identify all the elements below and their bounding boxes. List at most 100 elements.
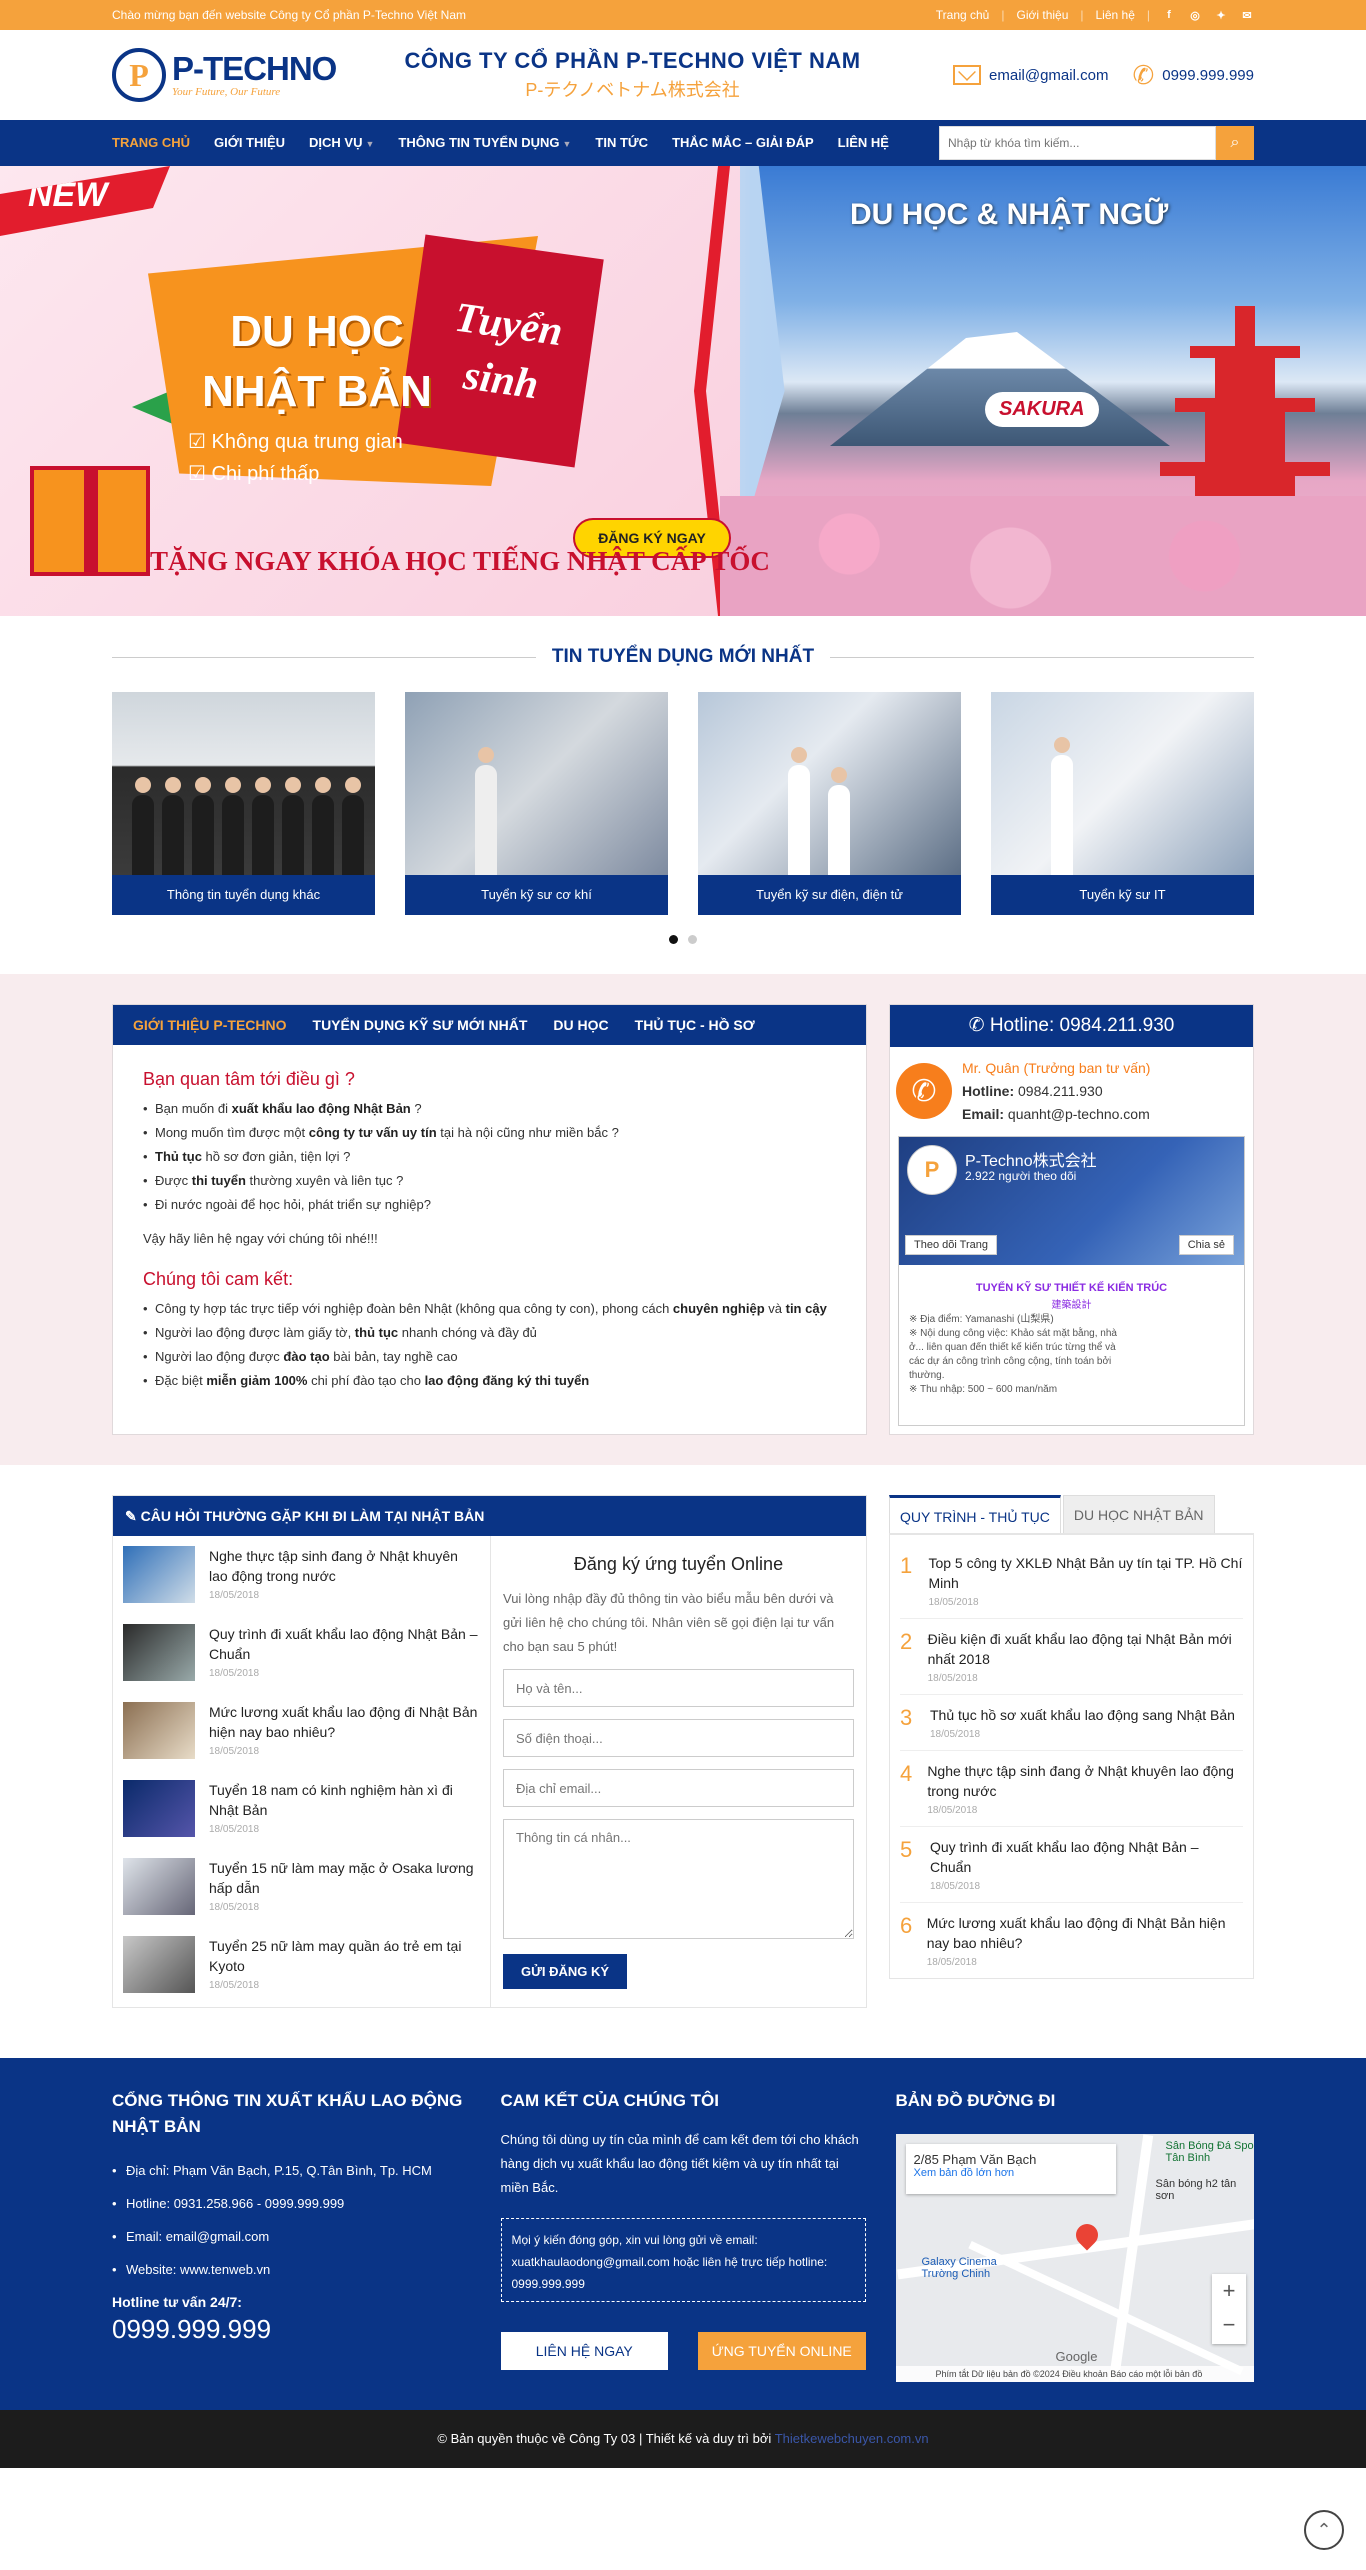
copyright-text: © Bản quyền thuộc về Công Ty 03 | Thiết … (437, 2431, 772, 2446)
faq-item[interactable]: Quy trình đi xuất khẩu lao động Nhật Bản… (123, 1624, 480, 1681)
back-to-top-icon[interactable]: ⌃ (1304, 2510, 1344, 2550)
facebook-page-name[interactable]: P-Techno株式会社 (965, 1147, 1097, 1171)
footer-hotline: Hotline: 0931.258.966 - 0999.999.999 (112, 2187, 471, 2220)
process-item[interactable]: 3 Thủ tục hồ sơ xuất khẩu lao động sang N… (900, 1695, 1243, 1751)
email-field[interactable] (503, 1769, 854, 1807)
process-item[interactable]: 5 Quy trình đi xuất khẩu lao động Nhật Bả… (900, 1827, 1243, 1903)
consultant-hotline[interactable]: 0984.211.930 (1018, 1083, 1103, 1099)
map-place-name: 2/85 Phạm Văn Bạch (913, 2152, 1037, 2167)
facebook-follow-button[interactable]: Theo dõi Trang (905, 1235, 997, 1255)
faq-item[interactable]: Tuyển 18 nam có kinh nghiệm hàn xì đi Nh… (123, 1780, 480, 1837)
footer-commitment-title: CAM KẾT CỦA CHÚNG TÔI (500, 2091, 719, 2110)
topbar-link-about[interactable]: Giới thiệu (1016, 8, 1068, 22)
faq-item[interactable]: Mức lương xuất khẩu lao động đi Nhật Bản… (123, 1702, 480, 1759)
designer-link[interactable]: Thietkewebchuyen.com.vn (775, 2431, 929, 2446)
facebook-post-title: TUYỂN KỸ SƯ THIẾT KẾ KIẾN TRÚC (975, 1282, 1168, 1294)
nav-jobs-label: Thông tin tuyển dụng (398, 134, 560, 150)
google-logo: Google (1055, 2349, 1098, 2364)
recruit-stamp-text: Tuyển sinh (451, 294, 566, 409)
hero-banner[interactable]: NEW Tuyển sinh DU HỌC NHẬT BẢN ☑ Không q… (0, 166, 1366, 616)
topbar-link-contact[interactable]: Liên hệ (1096, 8, 1135, 22)
zoom-in-icon[interactable]: + (1212, 2274, 1246, 2308)
footer-website[interactable]: Website: www.tenweb.vn (112, 2253, 471, 2286)
consultant-email[interactable]: quanht@p-techno.com (1008, 1106, 1150, 1122)
topbar-link-home[interactable]: Trang chủ (936, 8, 990, 22)
tab-procedures[interactable]: Thủ tục - Hồ sơ (622, 1005, 768, 1045)
facebook-share-button[interactable]: Chia sẻ (1178, 1235, 1234, 1255)
contact-now-button[interactable]: Liên hệ ngay (500, 2332, 668, 2370)
list-item: Đi nước ngoài để học hỏi, phát triển sự … (143, 1193, 836, 1217)
consultant-name: Mr. Quân (Trưởng ban tư vấn) (962, 1060, 1151, 1076)
tab-study-abroad[interactable]: Du học (540, 1005, 621, 1045)
form-title: Đăng ký ứng tuyển Online (573, 1554, 784, 1574)
map-larger-link[interactable]: Xem bản đồ lớn hơn (914, 2167, 1108, 2179)
job-photo (698, 692, 961, 875)
application-form: Đăng ký ứng tuyển Online Vui lòng nhập đ… (491, 1536, 866, 2007)
nav-services[interactable]: Dịch vụ ▼ (297, 120, 386, 167)
job-card[interactable]: Thông tin tuyển dụng khác (112, 692, 375, 915)
job-card[interactable]: Tuyển kỹ sư IT (991, 692, 1254, 915)
process-item[interactable]: 1 Top 5 công ty XKLĐ Nhật Bản uy tín tại … (900, 1543, 1243, 1619)
tab-intro[interactable]: Giới thiệu P-Techno (113, 1005, 300, 1045)
nav-faq[interactable]: Thắc mắc – Giải đáp (660, 120, 826, 167)
search-button[interactable]: ⌕ (1216, 126, 1254, 160)
tab-process[interactable]: Quy trình - Thủ tục (889, 1495, 1061, 1533)
faq-item[interactable]: Tuyển 25 nữ làm may quần áo trẻ em tại K… (123, 1936, 480, 1993)
twitter-icon[interactable]: ✦ (1214, 8, 1228, 22)
jobs-section: TIN TUYỂN DỤNG MỚI NHẤT Thông tin tuyển … (112, 646, 1254, 944)
footer-hotline-number[interactable]: 0999.999.999 (112, 2314, 471, 2345)
nav-contact[interactable]: Liên hệ (826, 120, 901, 167)
pencil-icon: ✎ (125, 1508, 141, 1524)
facebook-post-line: ※ Thu nhập: 500 ~ 600 man/năm (909, 1384, 1058, 1395)
google-map[interactable]: 2/85 Phạm Văn Bạch Xem bản đồ lớn hơn Sâ… (895, 2134, 1255, 2382)
header-phone[interactable]: ✆ 0999.999.999 (1132, 60, 1254, 91)
name-field[interactable] (503, 1669, 854, 1707)
header-email[interactable]: email@gmail.com (953, 65, 1108, 85)
footer-info-title: CỔNG THÔNG TIN XUẤT KHẨU LAO ĐỘNG NHẬT B… (112, 2091, 463, 2136)
carousel-dot[interactable] (688, 935, 697, 944)
process-item[interactable]: 2 Điều kiện đi xuất khẩu lao động tại Nhậ… (900, 1619, 1243, 1695)
submit-application-button[interactable]: Gửi đăng ký (503, 1954, 628, 1989)
phone-field[interactable] (503, 1719, 854, 1757)
footer-commitment: CAM KẾT CỦA CHÚNG TÔI Chúng tôi dùng uy … (500, 2088, 866, 2382)
mail-icon[interactable]: ✉ (1240, 8, 1254, 22)
faq-item[interactable]: Tuyển 15 nữ làm may mặc ở Osaka lương hấ… (123, 1858, 480, 1915)
map-poi: Sân Bóng Đá Sport Tân Bình (1165, 2140, 1255, 2164)
facebook-post-line: ※ Địa điểm: Yamanashi (山梨県) (909, 1314, 1054, 1325)
logo-mark: P (112, 48, 166, 102)
process-item[interactable]: 4 Nghe thực tập sinh đang ở Nhật khuyên l… (900, 1751, 1243, 1827)
job-photo (405, 692, 668, 875)
gift-box-icon (30, 466, 150, 576)
facebook-icon[interactable]: f (1162, 8, 1176, 22)
nav-news[interactable]: Tin tức (583, 120, 660, 167)
search-input[interactable] (939, 126, 1216, 160)
nav-about[interactable]: Giới thiệu (202, 120, 297, 167)
tab-recruit-engineers[interactable]: Tuyển dụng kỹ sư mới nhất (300, 1005, 541, 1045)
list-item: Mong muốn tìm được một công ty tư vấn uy… (143, 1121, 836, 1145)
process-item[interactable]: 6 Mức lương xuất khẩu lao động đi Nhật Bả… (900, 1903, 1243, 1978)
job-caption: Tuyển kỹ sư cơ khí (405, 875, 668, 915)
job-photo (991, 692, 1254, 875)
nav-home[interactable]: Trang chủ (112, 120, 202, 167)
faq-thumbnail (123, 1936, 195, 1993)
carousel-dot[interactable] (669, 935, 678, 944)
intro-list-1: Bạn muốn đi xuất khẩu lao động Nhật Bản … (143, 1097, 836, 1217)
tab-study-japan[interactable]: Du học Nhật Bản (1062, 1495, 1215, 1533)
faq-item[interactable]: Nghe thực tập sinh đang ở Nhật khuyên la… (123, 1546, 480, 1603)
instagram-icon[interactable]: ◎ (1188, 8, 1202, 22)
facebook-page-widget: P P-Techno株式会社 2.922 người theo dõi Theo… (898, 1136, 1245, 1426)
job-caption: Thông tin tuyển dụng khác (112, 875, 375, 915)
job-card[interactable]: Tuyển kỹ sư điện, điện tử (698, 692, 961, 915)
job-card[interactable]: Tuyển kỹ sư cơ khí (405, 692, 668, 915)
apply-online-button[interactable]: Ứng tuyển online (698, 2332, 866, 2370)
nav-jobs[interactable]: Thông tin tuyển dụng ▼ (386, 120, 583, 167)
personal-info-field[interactable] (503, 1819, 854, 1939)
map-zoom-control[interactable]: + − (1212, 2274, 1246, 2344)
main-nav: Trang chủ Giới thiệu Dịch vụ ▼ Thông tin … (0, 120, 1366, 166)
hotline-header: ✆ Hotline: 0984.211.930 (890, 1005, 1253, 1047)
job-photo (112, 692, 375, 875)
process-tabs: Quy trình - Thủ tục Du học Nhật Bản (889, 1495, 1254, 1535)
faq-thumbnail (123, 1624, 195, 1681)
list-item: Bạn muốn đi xuất khẩu lao động Nhật Bản … (143, 1097, 836, 1121)
zoom-out-icon[interactable]: − (1212, 2308, 1246, 2342)
